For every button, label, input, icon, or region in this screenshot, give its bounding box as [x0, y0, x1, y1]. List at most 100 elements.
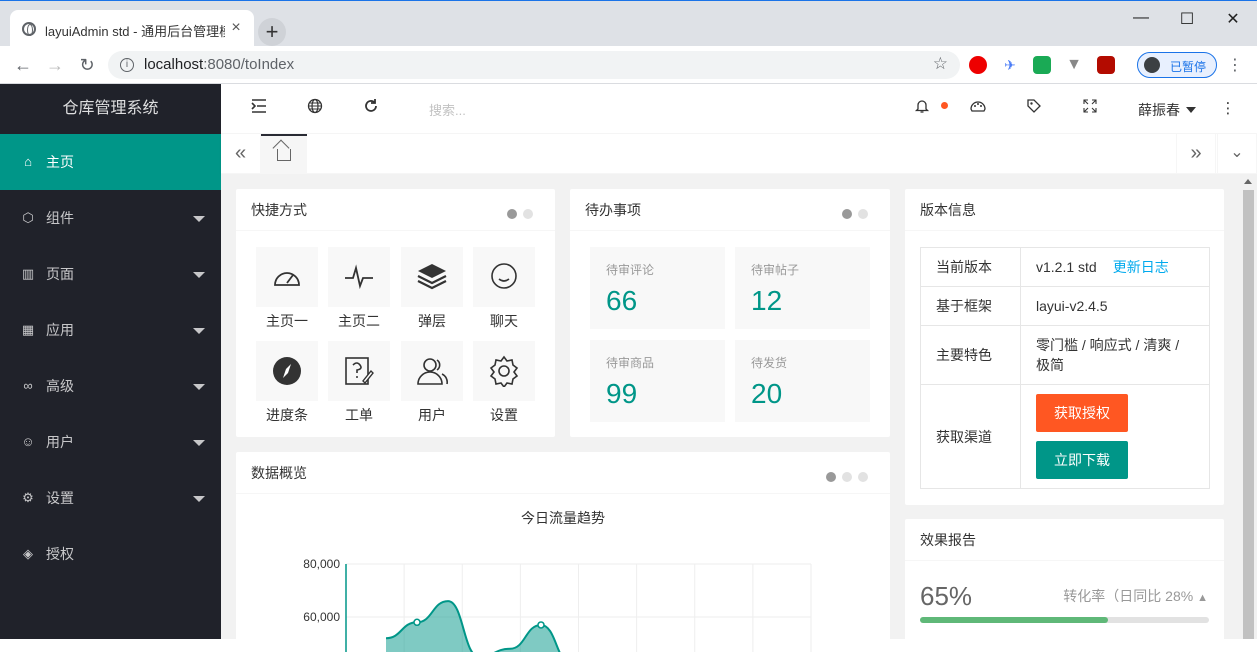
- todo-item[interactable]: 待审评论 66: [590, 247, 725, 329]
- tag-icon[interactable]: [1023, 98, 1045, 120]
- sidebar-item-label: 组件: [46, 210, 74, 226]
- compass-icon: [273, 357, 301, 385]
- pdf-extension-icon[interactable]: [1097, 56, 1115, 74]
- changelog-link[interactable]: 更新日志: [1113, 259, 1169, 275]
- profile-button[interactable]: 已暂停: [1137, 52, 1217, 78]
- info-icon[interactable]: i: [120, 58, 134, 72]
- sidebar-item-label: 主页: [46, 154, 74, 170]
- refresh-icon[interactable]: [360, 98, 382, 120]
- window-close-button[interactable]: ✕: [1218, 9, 1248, 29]
- download-button[interactable]: 立即下载: [1036, 441, 1128, 479]
- reload-button[interactable]: ↻: [76, 54, 98, 76]
- shortcut-progress[interactable]: 进度条: [256, 341, 318, 425]
- sidebar-item-auth[interactable]: ◈ 授权: [0, 526, 221, 582]
- sidebar-item-senior[interactable]: ∞ 高级: [0, 358, 221, 414]
- adblock-extension-icon[interactable]: [969, 56, 987, 74]
- shortcut-layer[interactable]: 弹层: [401, 247, 463, 331]
- todo-label: 待发货: [751, 356, 788, 370]
- caret-down-icon: [193, 496, 205, 502]
- chart-title: 今日流量趋势: [521, 510, 605, 526]
- scrollbar[interactable]: [1240, 174, 1257, 639]
- senior-icon: ∞: [23, 378, 33, 393]
- table-row: 主要特色 零门槛 / 响应式 / 清爽 / 极简: [920, 325, 1210, 385]
- sidebar-item-page[interactable]: ▥ 页面: [0, 246, 221, 302]
- bell-icon[interactable]: [911, 98, 933, 120]
- theme-palette-icon[interactable]: [967, 98, 989, 120]
- user-menu[interactable]: 薛振春: [1138, 100, 1196, 120]
- new-tab-button[interactable]: +: [258, 18, 286, 46]
- shortcut-chat[interactable]: 聊天: [473, 247, 535, 331]
- todo-label: 待审商品: [606, 356, 655, 370]
- shortcut-home2[interactable]: 主页二: [328, 247, 390, 331]
- bookmark-star-icon[interactable]: ☆: [933, 54, 948, 74]
- url-host: localhost: [144, 56, 204, 73]
- shortcut-home1[interactable]: 主页一: [256, 247, 318, 331]
- sidebar-item-app[interactable]: ▦ 应用: [0, 302, 221, 358]
- sidebar-item-settings[interactable]: ⚙ 设置: [0, 470, 221, 526]
- series-area: [386, 601, 665, 652]
- back-button[interactable]: ←: [12, 54, 34, 76]
- sidebar-item-home[interactable]: ⌂ 主页: [0, 134, 221, 190]
- sidebar-item-component[interactable]: ⬡ 组件: [0, 190, 221, 246]
- version-key: 获取渠道: [920, 384, 1021, 489]
- todo-item[interactable]: 待审商品 99: [590, 340, 725, 422]
- scroll-up-icon[interactable]: [1244, 179, 1252, 184]
- shortcut-label: 弹层: [418, 313, 446, 329]
- globe-icon[interactable]: [304, 98, 326, 120]
- browser-tab[interactable]: layuiAdmin std - 通用后台管理模板 ×: [10, 10, 254, 47]
- browser-menu-icon[interactable]: ⋮: [1227, 55, 1243, 75]
- shortcut-users[interactable]: 用户: [401, 341, 463, 425]
- tab-close-icon[interactable]: ×: [226, 18, 246, 38]
- v-extension-icon[interactable]: ▼: [1065, 56, 1083, 74]
- version-value: 零门槛 / 响应式 / 清爽 / 极简: [1020, 325, 1210, 385]
- shield-extension-icon[interactable]: [1033, 56, 1051, 74]
- sidebar-item-label: 页面: [46, 266, 74, 282]
- shortcut-label: 聊天: [490, 313, 518, 329]
- tabs-menu-chevron-down-icon[interactable]: ⌄: [1217, 134, 1257, 174]
- caret-down-icon: [193, 384, 205, 390]
- search-input[interactable]: 搜索...: [429, 100, 466, 119]
- page-tabs-bar: « » ⌄: [221, 134, 1257, 174]
- carousel-dots[interactable]: [820, 469, 868, 485]
- carousel-dots[interactable]: [501, 206, 533, 222]
- shortcut-label: 用户: [418, 407, 446, 423]
- todo-item[interactable]: 待发货 20: [735, 340, 870, 422]
- shortcut-settings[interactable]: 设置: [473, 341, 535, 425]
- carousel-dots[interactable]: [836, 206, 868, 222]
- get-license-button[interactable]: 获取授权: [1036, 394, 1128, 432]
- url-field[interactable]: i localhost:8080/toIndex ☆: [108, 51, 960, 79]
- todo-card: 待办事项 待审评论 66 待审帖子 12 待审商品 99 待发货 20: [570, 189, 890, 437]
- notification-dot: [941, 102, 948, 109]
- card-title: 数据概览: [236, 452, 890, 494]
- menu-toggle-icon[interactable]: [248, 98, 270, 120]
- more-menu-icon[interactable]: ⋮: [1217, 98, 1239, 120]
- version-key: 基于框架: [920, 286, 1021, 326]
- shortcut-label: 主页一: [266, 313, 308, 329]
- settings-icon: [489, 355, 519, 387]
- todo-label: 待审帖子: [751, 263, 800, 277]
- minimize-button[interactable]: —: [1126, 9, 1156, 29]
- sidebar-item-label: 授权: [46, 546, 74, 562]
- todo-item[interactable]: 待审帖子 12: [735, 247, 870, 329]
- caret-down-icon: [193, 328, 205, 334]
- address-bar: ← → ↻ i localhost:8080/toIndex ☆ ✈ ▼ 已暂停…: [0, 46, 1257, 84]
- shortcut-ticket[interactable]: 工单: [328, 341, 390, 425]
- sidebar-item-user[interactable]: ☺ 用户: [0, 414, 221, 470]
- card-title: 效果报告: [905, 519, 1224, 561]
- forward-button[interactable]: →: [44, 54, 66, 76]
- tabs-scroll-right-icon[interactable]: »: [1176, 134, 1216, 174]
- progress-fill: [920, 617, 1108, 623]
- tabs-scroll-left-icon[interactable]: «: [221, 134, 261, 174]
- tab-title: layuiAdmin std - 通用后台管理模板: [45, 24, 225, 39]
- feather-extension-icon[interactable]: ✈: [1001, 56, 1019, 74]
- data-point: [537, 621, 545, 629]
- ticket-icon: [345, 357, 374, 385]
- maximize-button[interactable]: ☐: [1172, 9, 1202, 29]
- shortcuts-card: 快捷方式 主页一 主页二 弹层 聊天 进度条 工单 用户 设置: [236, 189, 555, 437]
- version-table: 当前版本 v1.2.1 std 更新日志 基于框架 layui-v2.4.5 主要…: [920, 247, 1210, 489]
- tab-home[interactable]: [261, 134, 307, 174]
- fullscreen-icon[interactable]: [1079, 98, 1101, 120]
- username: 薛振春: [1138, 102, 1180, 118]
- scrollbar-thumb[interactable]: [1243, 190, 1254, 639]
- home-icon: ⌂: [24, 154, 32, 169]
